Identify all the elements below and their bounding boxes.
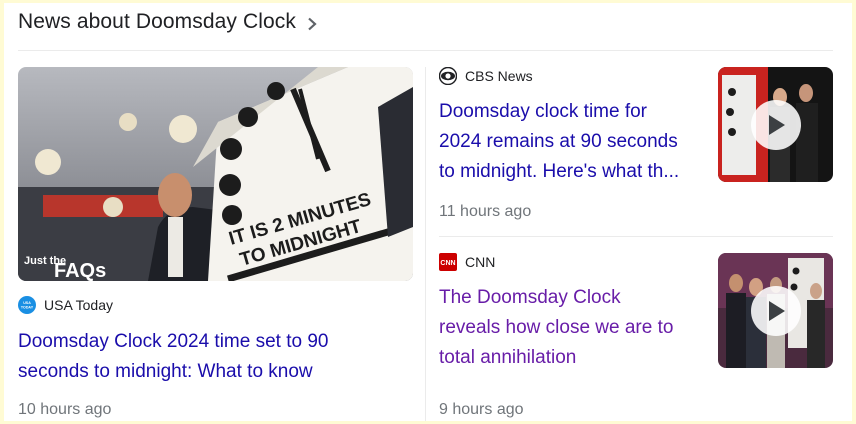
main-story-title-line1: Doomsday Clock 2024 time set to 90	[18, 331, 329, 352]
side-story-2-title-line3: total annihilation	[439, 347, 577, 368]
cnn-logo-icon: CNN	[439, 253, 457, 271]
side-story-2-thumbnail[interactable]	[718, 253, 833, 368]
cbs-eye-logo-icon	[439, 67, 457, 85]
side-story-2-source: CNN CNN	[439, 253, 495, 271]
side-story-1-source-name: CBS News	[465, 68, 533, 84]
side-story-1-title-line1: Doomsday clock time for	[439, 101, 648, 122]
side-story-2-title-line2: reveals how close we are to	[439, 317, 674, 338]
side-stories-divider	[439, 236, 833, 237]
svg-text:TODAY: TODAY	[21, 306, 34, 310]
main-story-image[interactable]: IT IS 2 MINUTES TO MIDNIGHT Just the FAQ…	[18, 67, 413, 281]
side-story-1-title-line2: 2024 remains at 90 seconds	[439, 131, 678, 152]
news-header[interactable]: News about Doomsday Clock	[18, 7, 318, 37]
play-icon[interactable]	[751, 100, 801, 150]
svg-text:CNN: CNN	[440, 260, 455, 267]
main-story-title-line2: seconds to midnight: What to know	[18, 361, 313, 382]
side-story-2-source-name: CNN	[465, 254, 496, 270]
news-card: News about Doomsday Clock IT IS 2 MINUTE…	[4, 3, 852, 421]
header-divider	[18, 50, 833, 51]
chevron-right-icon[interactable]	[306, 17, 318, 31]
svg-text:USA: USA	[23, 301, 31, 305]
side-story-1-thumbnail[interactable]	[718, 67, 833, 182]
side-story-1-time: 11 hours ago	[439, 203, 532, 220]
news-header-title: News about Doomsday Clock	[18, 10, 296, 33]
side-story-2-title-link[interactable]: The Doomsday Clock reveals how close we …	[439, 283, 709, 373]
column-divider	[425, 67, 426, 421]
side-story-2-time: 9 hours ago	[439, 401, 524, 418]
main-story-time: 10 hours ago	[18, 401, 112, 418]
side-story-1-source: CBS News	[439, 67, 533, 85]
main-story-title-link[interactable]: Doomsday Clock 2024 time set to 90 secon…	[18, 327, 418, 387]
side-story-2-title-line1: The Doomsday Clock	[439, 287, 621, 308]
main-story-source: USA TODAY USA Today	[18, 296, 113, 314]
main-story-source-name: USA Today	[44, 297, 114, 313]
faq-badge-line2: FAQs	[54, 260, 106, 281]
side-story-1-title-link[interactable]: Doomsday clock time for 2024 remains at …	[439, 97, 709, 187]
play-icon[interactable]	[751, 286, 801, 336]
usa-today-logo-icon: USA TODAY	[18, 296, 36, 314]
side-story-1-title-line3: to midnight. Here's what th...	[439, 161, 680, 182]
